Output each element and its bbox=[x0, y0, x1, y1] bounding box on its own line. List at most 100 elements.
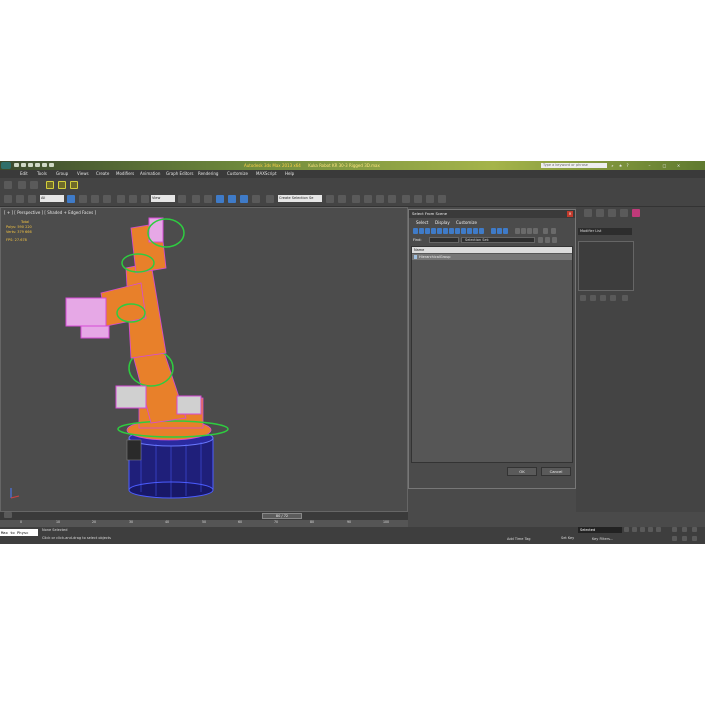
pin-stack-icon[interactable] bbox=[580, 295, 586, 301]
open-file-icon[interactable] bbox=[21, 163, 26, 167]
help-icon[interactable]: ? bbox=[625, 163, 630, 168]
cancel-button[interactable]: Cancel bbox=[541, 467, 571, 476]
menu-create[interactable]: Create bbox=[96, 171, 109, 177]
render-setup-icon[interactable] bbox=[414, 195, 422, 203]
close-icon[interactable]: × bbox=[676, 163, 681, 168]
bind-space-warp-icon[interactable] bbox=[28, 195, 36, 203]
robot-upper-arm[interactable] bbox=[65, 262, 167, 359]
pan-icon[interactable] bbox=[672, 536, 677, 541]
display-containers-icon[interactable] bbox=[467, 228, 472, 234]
display-hidden-icon[interactable] bbox=[479, 228, 484, 234]
rotate-icon[interactable] bbox=[129, 195, 137, 203]
modifier-list-dropdown[interactable]: Modifier List bbox=[578, 228, 632, 235]
display-xrefs-icon[interactable] bbox=[455, 228, 460, 234]
redo-icon[interactable] bbox=[42, 163, 47, 167]
make-unique-icon[interactable] bbox=[600, 295, 606, 301]
select-manipulate-icon[interactable] bbox=[192, 195, 200, 203]
robot-lower-arm[interactable] bbox=[115, 342, 202, 424]
perspective-viewport[interactable]: [ + ] [ Perspective ] [ Shaded + Edged F… bbox=[0, 207, 408, 512]
menu-rendering[interactable]: Rendering bbox=[198, 171, 218, 177]
layer-select-icon[interactable] bbox=[70, 181, 78, 189]
app-logo-icon[interactable] bbox=[1, 162, 11, 169]
create-panel-icon[interactable] bbox=[4, 181, 12, 189]
dialog-menu-display[interactable]: Display bbox=[435, 220, 450, 225]
mirror-icon[interactable] bbox=[326, 195, 334, 203]
menu-maxscript[interactable]: MAXScript bbox=[256, 171, 277, 177]
key-selection-dropdown[interactable]: Selected bbox=[578, 527, 622, 533]
pivot-center-icon[interactable] bbox=[178, 195, 186, 203]
display-cameras-icon[interactable] bbox=[431, 228, 436, 234]
scene-object-list[interactable]: Name HierarchicalGroup bbox=[411, 246, 573, 463]
display-geometry-icon[interactable] bbox=[413, 228, 418, 234]
hierarchy-icon[interactable] bbox=[551, 228, 556, 234]
find-wildcard-icon[interactable] bbox=[545, 237, 550, 243]
rendered-frame-window-icon[interactable] bbox=[426, 195, 434, 203]
display-helpers-icon[interactable] bbox=[437, 228, 442, 234]
select-all-icon[interactable] bbox=[515, 228, 520, 234]
project-folder-icon[interactable] bbox=[49, 163, 54, 167]
prev-frame-icon[interactable] bbox=[632, 527, 637, 532]
layer-icon[interactable] bbox=[46, 181, 54, 189]
remove-modifier-icon[interactable] bbox=[610, 295, 616, 301]
select-by-name-icon[interactable] bbox=[79, 195, 87, 203]
dialog-menu-select[interactable]: Select bbox=[416, 220, 428, 225]
graphite-toolbar-icon[interactable] bbox=[364, 195, 372, 203]
display-frozen-icon[interactable] bbox=[473, 228, 478, 234]
snaps-toggle-icon[interactable] bbox=[216, 195, 224, 203]
menu-animation[interactable]: Animation bbox=[140, 171, 160, 177]
display-space-warps-icon[interactable] bbox=[443, 228, 448, 234]
time-slider[interactable]: 80 / 72 bbox=[262, 513, 302, 519]
display-all-icon[interactable] bbox=[491, 228, 496, 234]
save-file-icon[interactable] bbox=[28, 163, 33, 167]
rectangular-selection-icon[interactable] bbox=[91, 195, 99, 203]
robot-wrist[interactable] bbox=[121, 217, 185, 274]
dialog-menu-customize[interactable]: Customize bbox=[456, 220, 477, 225]
zoom-extents-icon[interactable] bbox=[692, 527, 697, 532]
schematic-view-icon[interactable] bbox=[388, 195, 396, 203]
ok-button[interactable]: OK bbox=[507, 467, 537, 476]
maximize-viewport-icon[interactable] bbox=[692, 536, 697, 541]
zoom-all-icon[interactable] bbox=[682, 527, 687, 532]
modifier-stack[interactable] bbox=[578, 241, 634, 291]
next-frame-icon[interactable] bbox=[648, 527, 653, 532]
scale-icon[interactable] bbox=[141, 195, 149, 203]
display-groups-icon[interactable] bbox=[449, 228, 454, 234]
move-icon[interactable] bbox=[117, 195, 125, 203]
object-color-swatch[interactable] bbox=[632, 209, 640, 217]
render-production-icon[interactable] bbox=[438, 195, 446, 203]
select-link-icon[interactable] bbox=[4, 195, 12, 203]
sync-selection-icon[interactable] bbox=[533, 228, 538, 234]
menu-tools[interactable]: Tools bbox=[37, 171, 47, 177]
subscription-icon[interactable]: ★ bbox=[618, 163, 623, 168]
display-invert-icon[interactable] bbox=[503, 228, 508, 234]
unlink-icon[interactable] bbox=[30, 181, 38, 189]
keyboard-shortcut-icon[interactable] bbox=[204, 195, 212, 203]
goto-start-icon[interactable] bbox=[624, 527, 629, 532]
unlink-selection-icon[interactable] bbox=[16, 195, 24, 203]
menu-views[interactable]: Views bbox=[77, 171, 89, 177]
key-filters-button[interactable]: Key Filters... bbox=[592, 537, 613, 541]
list-item[interactable]: HierarchicalGroup bbox=[412, 254, 572, 260]
display-bones-icon[interactable] bbox=[461, 228, 466, 234]
set-key-button[interactable]: Set Key bbox=[561, 536, 574, 540]
menu-graph-editors[interactable]: Graph Editors bbox=[166, 171, 193, 177]
find-case-icon[interactable] bbox=[538, 237, 543, 243]
percent-snap-icon[interactable] bbox=[240, 195, 248, 203]
angle-snap-icon[interactable] bbox=[228, 195, 236, 203]
menu-group[interactable]: Group bbox=[56, 171, 68, 177]
track-bar[interactable]: 0 10 20 30 40 50 60 70 80 90 100 bbox=[0, 520, 408, 527]
search-input[interactable]: Type a keyword or phrase bbox=[541, 163, 607, 168]
spinner-snap-icon[interactable] bbox=[252, 195, 260, 203]
layer-add-icon[interactable] bbox=[58, 181, 66, 189]
select-none-icon[interactable] bbox=[521, 228, 526, 234]
select-object-icon[interactable] bbox=[67, 195, 75, 203]
motion-tab-icon[interactable] bbox=[620, 209, 628, 217]
menu-customize[interactable]: Customize bbox=[227, 171, 248, 177]
display-shapes-icon[interactable] bbox=[419, 228, 424, 234]
play-icon[interactable] bbox=[640, 527, 645, 532]
hierarchy-tab-icon[interactable] bbox=[608, 209, 616, 217]
robot-model[interactable] bbox=[1, 208, 409, 513]
window-crossing-icon[interactable] bbox=[103, 195, 111, 203]
curve-editor-icon[interactable] bbox=[376, 195, 384, 203]
menu-help[interactable]: Help bbox=[285, 171, 294, 177]
